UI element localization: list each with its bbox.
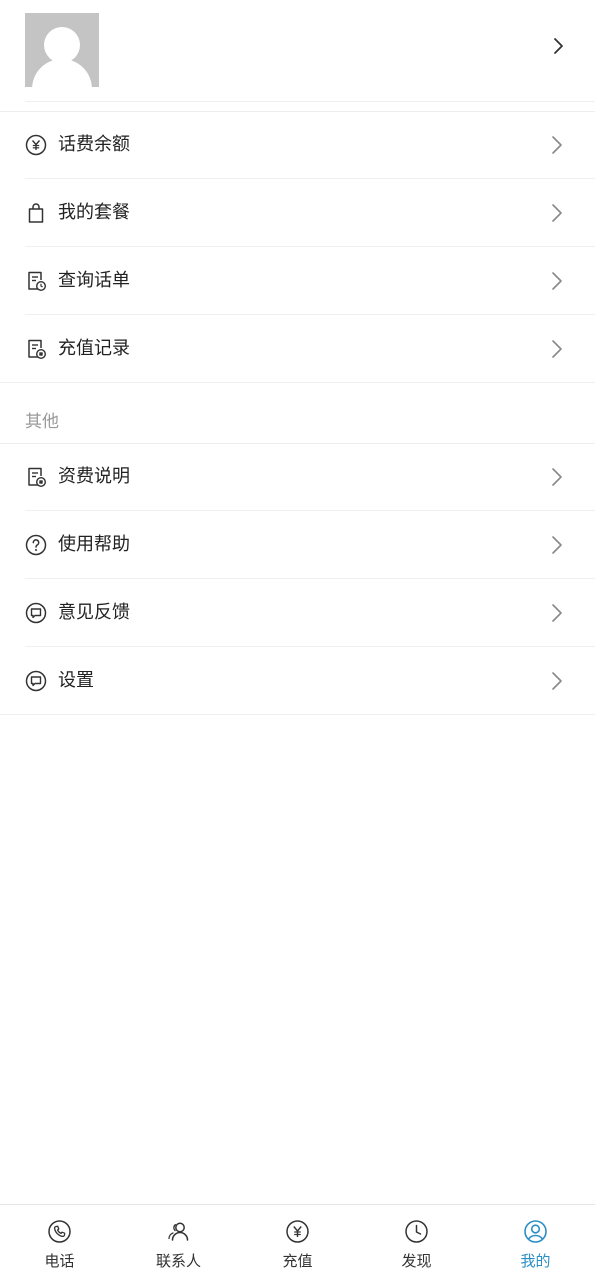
tab-label: 充值 [282, 1252, 313, 1270]
menu-item-label: 资费说明 [58, 466, 130, 487]
profile-divider [25, 101, 595, 102]
row-divider [0, 382, 595, 383]
chevron-right-icon [552, 204, 562, 222]
bill-record-icon [28, 467, 47, 488]
chevron-right-icon [552, 468, 562, 486]
tab-label: 我的 [520, 1252, 551, 1270]
menu-item-label: 使用帮助 [58, 534, 130, 555]
contacts-icon [168, 1222, 189, 1241]
menu-item-label: 查询话单 [58, 270, 130, 291]
tab-label: 发现 [401, 1252, 432, 1270]
chevron-right-icon [552, 536, 562, 554]
menu-item-balance[interactable]: 话费余额 [0, 111, 595, 179]
menu-item-settings[interactable]: 设置 [0, 647, 595, 715]
menu-item-label: 设置 [58, 670, 94, 691]
settings-icon [25, 670, 47, 692]
tab-label: 联系人 [155, 1252, 201, 1270]
yuan-circle-icon [25, 134, 47, 156]
menu-item-call-records[interactable]: 查询话单 [0, 247, 595, 315]
shopping-bag-icon [28, 203, 44, 223]
menu-item-package[interactable]: 我的套餐 [0, 179, 595, 247]
menu-item-feedback[interactable]: 意见反馈 [0, 579, 595, 647]
row-divider [0, 714, 595, 715]
chevron-right-icon [552, 136, 562, 154]
user-circle-icon [524, 1220, 547, 1243]
menu-item-label: 意见反馈 [58, 602, 130, 623]
feedback-icon [25, 602, 47, 624]
tab-phone[interactable]: 电话 [0, 1205, 119, 1281]
menu-item-label: 我的套餐 [58, 202, 130, 223]
chevron-right-icon [552, 604, 562, 622]
tab-recharge[interactable]: 充值 [238, 1205, 357, 1281]
avatar-body [32, 59, 92, 87]
chevron-right-icon [552, 672, 562, 690]
tab-label: 电话 [44, 1252, 75, 1270]
avatar [25, 13, 99, 87]
bill-record-icon [28, 339, 47, 360]
bottom-tab-bar: 电话 联系人 充值 发现 我的 [0, 1204, 595, 1281]
bill-clock-icon [28, 271, 47, 292]
menu-item-label: 话费余额 [58, 134, 130, 155]
chevron-right-icon [552, 272, 562, 290]
menu-item-pricing[interactable]: 资费说明 [0, 443, 595, 511]
help-circle-icon [25, 534, 47, 556]
avatar-head [44, 27, 80, 63]
tab-contacts[interactable]: 联系人 [119, 1205, 238, 1281]
menu-item-label: 充值记录 [58, 338, 130, 359]
phone-icon [48, 1220, 71, 1243]
chevron-right-icon [554, 38, 563, 54]
profile-header[interactable] [0, 0, 595, 100]
tab-discover[interactable]: 发现 [357, 1205, 476, 1281]
menu-item-recharge-history[interactable]: 充值记录 [0, 315, 595, 383]
tab-mine[interactable]: 我的 [476, 1205, 595, 1281]
clock-icon [405, 1220, 428, 1243]
menu-item-help[interactable]: 使用帮助 [0, 511, 595, 579]
chevron-right-icon [552, 340, 562, 358]
yuan-circle-icon [286, 1220, 309, 1243]
section-title-other: 其他 [25, 412, 59, 432]
